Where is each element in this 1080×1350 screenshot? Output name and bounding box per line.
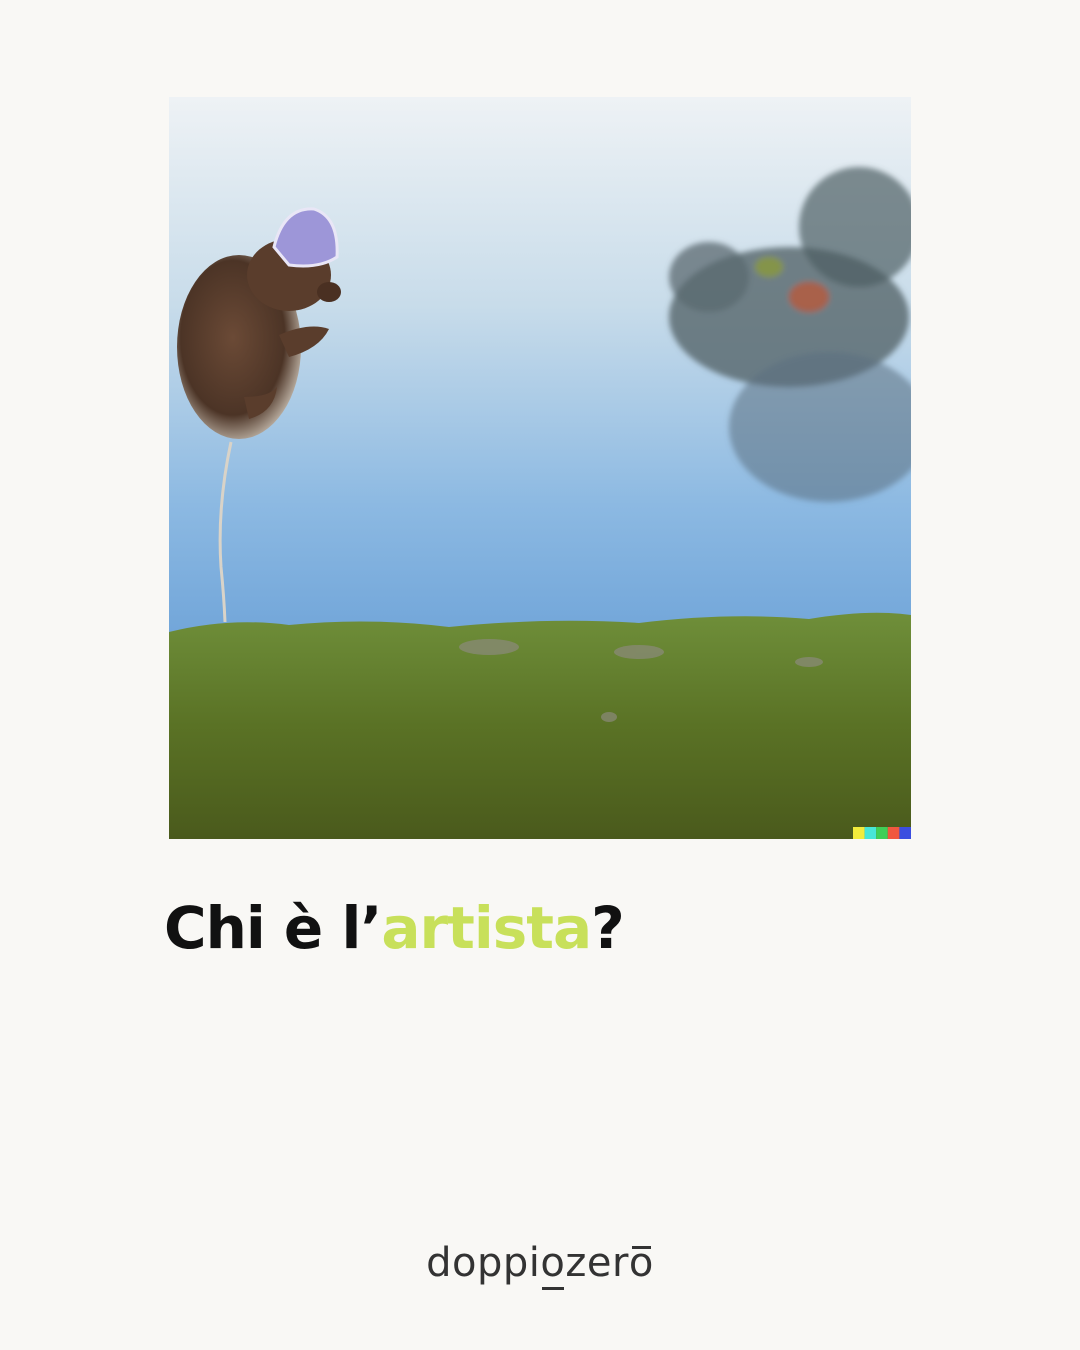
brand-logo: doppiozero — [0, 1240, 1080, 1286]
signature-square — [876, 827, 888, 839]
grass-field — [169, 612, 911, 839]
signature-square — [887, 827, 900, 839]
signature-square — [853, 827, 865, 839]
signature-square — [899, 827, 911, 839]
logo-part1: doppi — [426, 1240, 541, 1286]
artwork-image — [169, 97, 911, 839]
logo-part2: zer — [565, 1240, 629, 1286]
signature-square — [864, 827, 877, 839]
signature-squares — [853, 827, 911, 839]
headline-part2: ? — [591, 894, 625, 962]
logo-underlined-o: o — [540, 1240, 566, 1286]
artwork-svg — [169, 97, 911, 839]
headline: Chi è l’artista? — [164, 888, 625, 968]
headline-accent: artista — [381, 894, 592, 962]
logo-overlined-o: o — [628, 1240, 654, 1286]
headline-part1: Chi è l’ — [164, 894, 382, 962]
